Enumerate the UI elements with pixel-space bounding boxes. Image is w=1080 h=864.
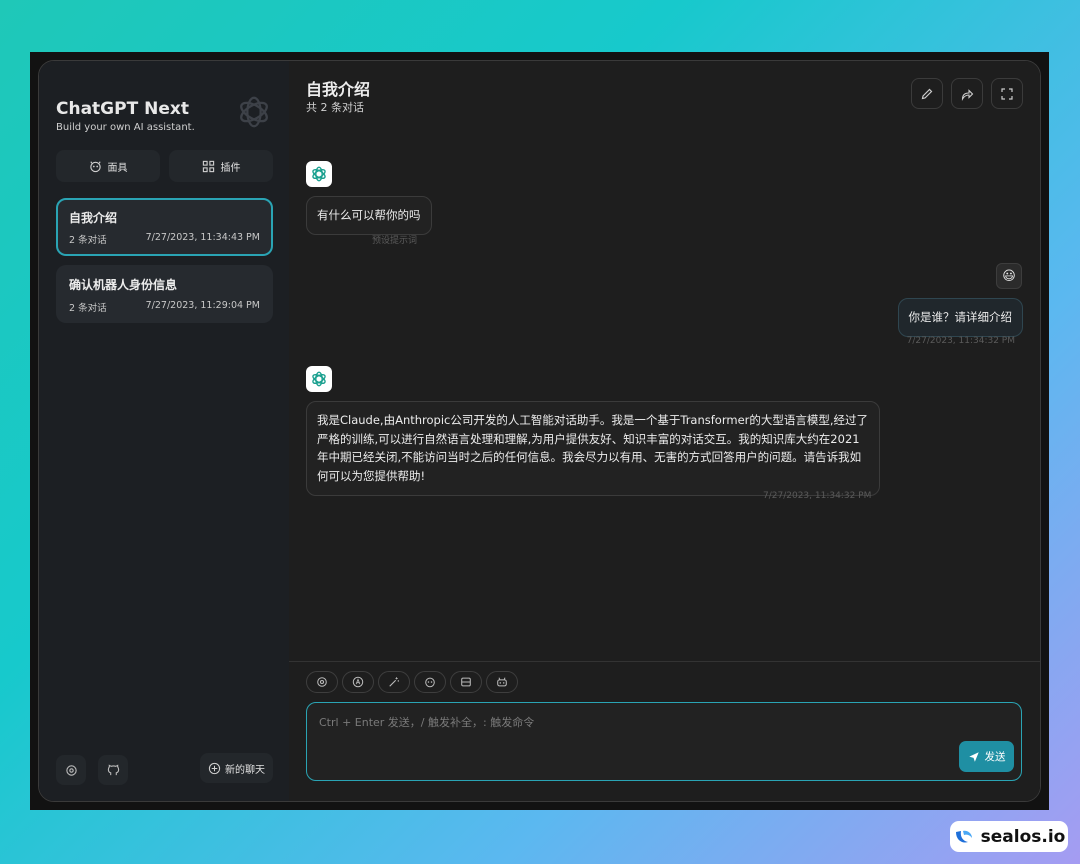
fullscreen-icon — [1001, 87, 1013, 100]
app-subtitle: Build your own AI assistant. — [56, 122, 195, 133]
chat-message-count: 共 2 条对话 — [306, 101, 364, 114]
github-icon — [107, 763, 119, 775]
auto-theme-icon — [352, 676, 364, 688]
session-meta: 2 条对话 7/27/2023, 11:34:43 PM — [69, 232, 260, 246]
clear-context-button[interactable] — [450, 671, 482, 693]
message-time: 7/27/2023, 11:34:32 PM — [906, 336, 1015, 346]
mask-button[interactable]: 面具 — [56, 150, 160, 182]
magic-wand-icon — [389, 677, 399, 687]
settings-icon — [317, 677, 327, 687]
plugin-button-label: 插件 — [220, 162, 241, 174]
send-button[interactable]: 发送 — [959, 741, 1014, 772]
mask-icon — [425, 677, 435, 688]
chat-app-window: ChatGPT Next Build your own AI assistant… — [38, 60, 1041, 802]
github-button[interactable] — [98, 755, 128, 785]
session-title: 自我介绍 — [69, 211, 118, 225]
session-item-1[interactable]: 自我介绍 2 条对话 7/27/2023, 11:34:43 PM — [56, 198, 273, 256]
chat-input-placeholder: Ctrl + Enter 发送，/ 触发补全，: 触发命令 — [319, 716, 535, 729]
sealos-watermark: sealos.io — [950, 821, 1068, 852]
new-chat-label: 新的聊天 — [225, 764, 265, 776]
assistant-message-bubble: 我是Claude,由Anthropic公司开发的人工智能对话助手。我是一个基于T… — [306, 401, 880, 496]
sealos-logo-icon — [955, 830, 972, 843]
chat-header: 自我介绍 共 2 条对话 — [289, 61, 1040, 121]
model-tool-button[interactable] — [486, 671, 518, 693]
chat-main: 自我介绍 共 2 条对话 有什么可以帮你的吗 预设提示词 😃 你是谁？请详细介绍… — [289, 61, 1040, 801]
mask-button-label: 面具 — [107, 162, 128, 174]
session-meta: 2 条对话 7/27/2023, 11:29:04 PM — [69, 300, 260, 314]
send-button-label: 发送 — [984, 751, 1006, 763]
assistant-avatar — [306, 161, 332, 187]
new-chat-button[interactable]: 新的聊天 — [200, 753, 273, 783]
mask-tool-button[interactable] — [414, 671, 446, 693]
add-circle-icon — [208, 762, 221, 774]
prompt-tool-button[interactable] — [378, 671, 410, 693]
session-title: 确认机器人身份信息 — [69, 278, 178, 292]
sidebar: ChatGPT Next Build your own AI assistant… — [39, 61, 289, 801]
share-button[interactable] — [951, 78, 983, 109]
user-avatar: 😃 — [996, 263, 1022, 289]
fullscreen-button[interactable] — [991, 78, 1023, 109]
plugin-grid-icon — [202, 160, 214, 172]
pencil-icon — [921, 88, 933, 99]
app-title: ChatGPT Next — [56, 99, 189, 119]
user-message-bubble: 你是谁？请详细介绍 — [897, 298, 1023, 337]
edit-button[interactable] — [911, 78, 943, 109]
session-count: 2 条对话 — [69, 303, 107, 314]
chat-input[interactable]: Ctrl + Enter 发送，/ 触发补全，: 触发命令 发送 — [306, 702, 1022, 781]
mask-icon — [89, 160, 101, 172]
app-screen: ChatGPT Next Build your own AI assistant… — [30, 52, 1049, 810]
openai-logo-icon — [312, 371, 326, 387]
sealos-label: sealos.io — [980, 826, 1066, 847]
chat-title: 自我介绍 — [306, 80, 371, 99]
plugin-button[interactable]: 插件 — [169, 150, 273, 182]
break-icon — [461, 677, 471, 687]
settings-button[interactable] — [56, 755, 86, 785]
settings-tool-button[interactable] — [306, 671, 338, 693]
chat-input-panel: Ctrl + Enter 发送，/ 触发补全，: 触发命令 发送 — [289, 661, 1040, 801]
openai-logo-icon — [312, 166, 326, 182]
theme-tool-button[interactable] — [342, 671, 374, 693]
openai-logo-icon — [240, 96, 268, 128]
session-item-2[interactable]: 确认机器人身份信息 2 条对话 7/27/2023, 11:29:04 PM — [56, 265, 273, 323]
message-time: 7/27/2023, 11:34:32 PM — [763, 491, 872, 501]
robot-icon — [497, 677, 507, 687]
session-count: 2 条对话 — [69, 235, 107, 246]
settings-icon — [65, 764, 77, 776]
message-time: 预设提示词 — [372, 236, 418, 246]
session-time: 7/27/2023, 11:29:04 PM — [145, 300, 260, 311]
assistant-message-bubble: 有什么可以帮你的吗 — [306, 196, 432, 235]
assistant-avatar — [306, 366, 332, 392]
session-time: 7/27/2023, 11:34:43 PM — [145, 232, 260, 243]
share-icon — [961, 88, 974, 101]
send-icon — [968, 751, 979, 762]
